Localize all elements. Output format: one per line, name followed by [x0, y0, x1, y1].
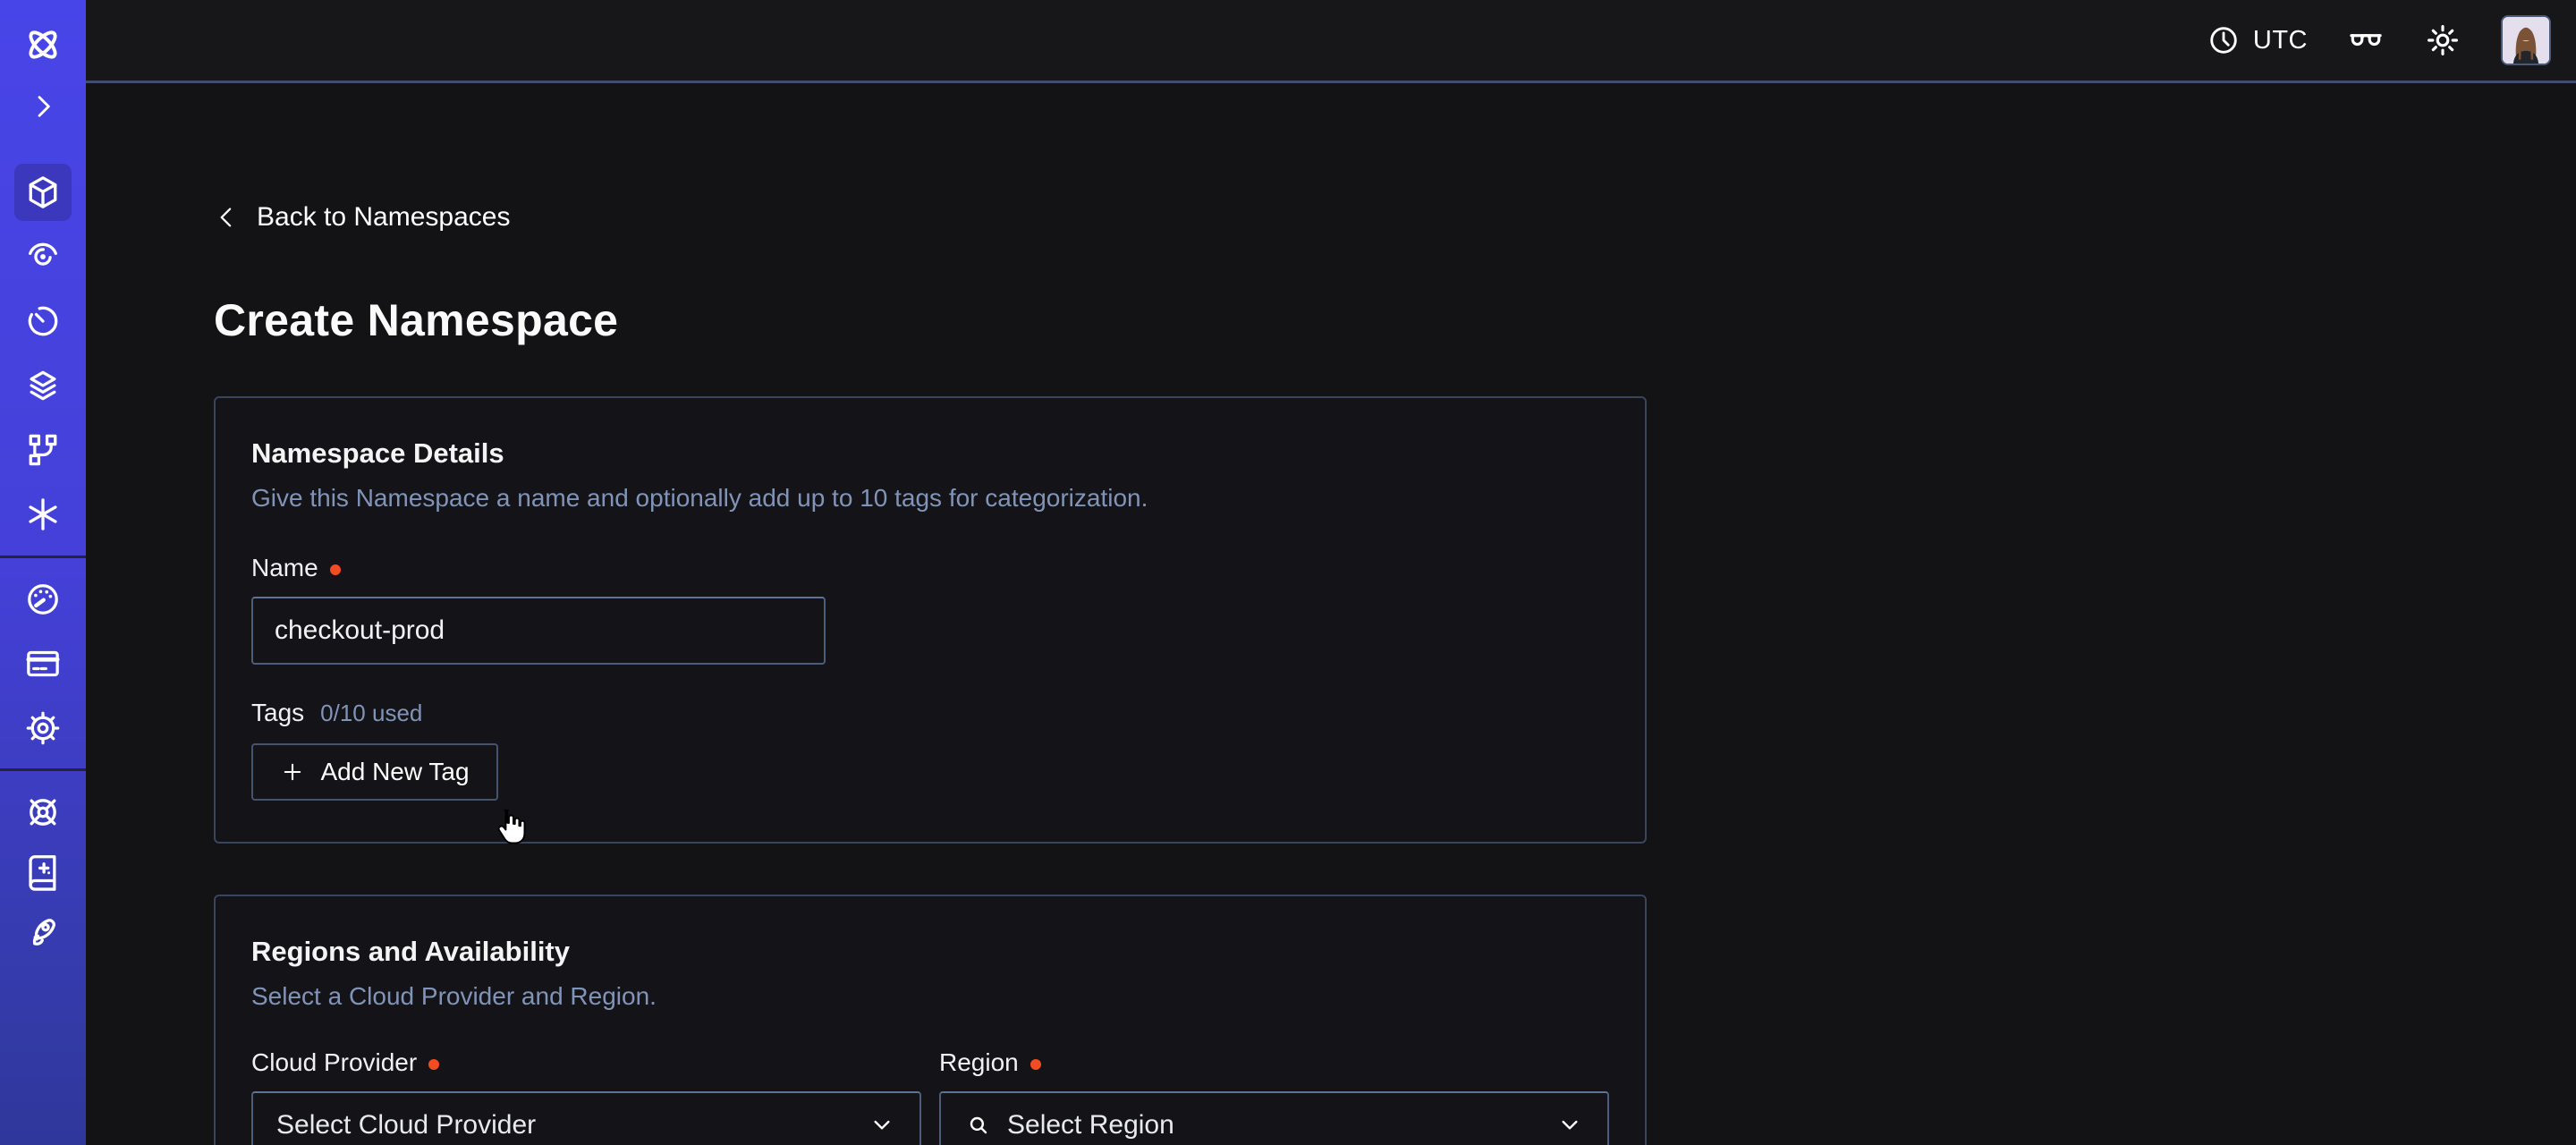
chevron-down-icon [1555, 1111, 1584, 1140]
search-icon [964, 1111, 993, 1140]
cloud-provider-label: Cloud Provider [251, 1048, 921, 1077]
cloud-provider-placeholder: Select Cloud Provider [276, 1110, 536, 1141]
chevron-down-icon [868, 1111, 896, 1140]
timezone-selector[interactable]: UTC [2207, 23, 2308, 57]
user-avatar[interactable] [2501, 15, 2551, 65]
namespace-details-card: Namespace Details Give this Namespace a … [214, 396, 1647, 844]
topbar: UTC [86, 0, 2576, 83]
sidebar [0, 0, 86, 1145]
sun-icon [2424, 21, 2462, 59]
region-placeholder: Select Region [1007, 1110, 1174, 1141]
sidebar-item-settings[interactable] [14, 700, 72, 757]
required-dot [330, 564, 341, 575]
card-title: Regions and Availability [251, 936, 1609, 968]
back-link-label: Back to Namespaces [257, 202, 510, 233]
sidebar-divider [0, 768, 86, 771]
temporal-logo-icon[interactable] [14, 16, 72, 73]
tags-label-row: Tags 0/10 used [251, 699, 1609, 727]
main-content: Back to Namespaces Create Namespace Name… [86, 86, 2576, 1145]
region-select[interactable]: Select Region [939, 1091, 1609, 1145]
add-new-tag-button[interactable]: Add New Tag [251, 743, 498, 801]
sidebar-item-billing[interactable] [14, 635, 72, 692]
theme-toggle-button[interactable] [2424, 21, 2462, 59]
sidebar-item-workflows[interactable] [14, 228, 72, 285]
regions-availability-card: Regions and Availability Select a Cloud … [214, 895, 1647, 1145]
card-subtitle: Select a Cloud Provider and Region. [251, 982, 1609, 1011]
glasses-icon [2347, 21, 2385, 59]
card-subtitle: Give this Namespace a name and optionall… [251, 484, 1609, 513]
sidebar-item-schedules[interactable] [14, 293, 72, 350]
region-field: Region Select Region [939, 1048, 1609, 1145]
chevron-left-icon [214, 204, 241, 231]
sidebar-divider [0, 556, 86, 558]
sidebar-item-namespaces[interactable] [14, 164, 72, 221]
cloud-provider-select[interactable]: Select Cloud Provider [251, 1091, 921, 1145]
sidebar-item-usage[interactable] [14, 571, 72, 628]
plus-icon [280, 759, 305, 785]
namespace-name-input[interactable] [251, 597, 826, 665]
clock-icon [2207, 23, 2241, 57]
sidebar-item-support[interactable] [14, 784, 72, 841]
region-label: Region [939, 1048, 1609, 1077]
labs-mode-button[interactable] [2347, 21, 2385, 59]
required-dot [1030, 1059, 1041, 1070]
sidebar-item-nexus[interactable] [14, 486, 72, 543]
tags-label: Tags [251, 699, 304, 727]
sidebar-expand-button[interactable] [14, 78, 72, 135]
name-field-label: Name [251, 554, 1609, 582]
sidebar-item-batch-operations[interactable] [14, 421, 72, 479]
sidebar-item-deployments[interactable] [14, 357, 72, 414]
card-title: Namespace Details [251, 437, 1609, 470]
sidebar-item-docs[interactable] [14, 844, 72, 901]
cloud-provider-field: Cloud Provider Select Cloud Provider [251, 1048, 921, 1145]
timezone-label: UTC [2253, 26, 2308, 55]
required-dot [428, 1059, 439, 1070]
sidebar-item-getting-started[interactable] [14, 903, 72, 961]
page-title: Create Namespace [214, 294, 2576, 346]
tags-counter: 0/10 used [320, 700, 422, 727]
back-to-namespaces-link[interactable]: Back to Namespaces [214, 202, 510, 233]
